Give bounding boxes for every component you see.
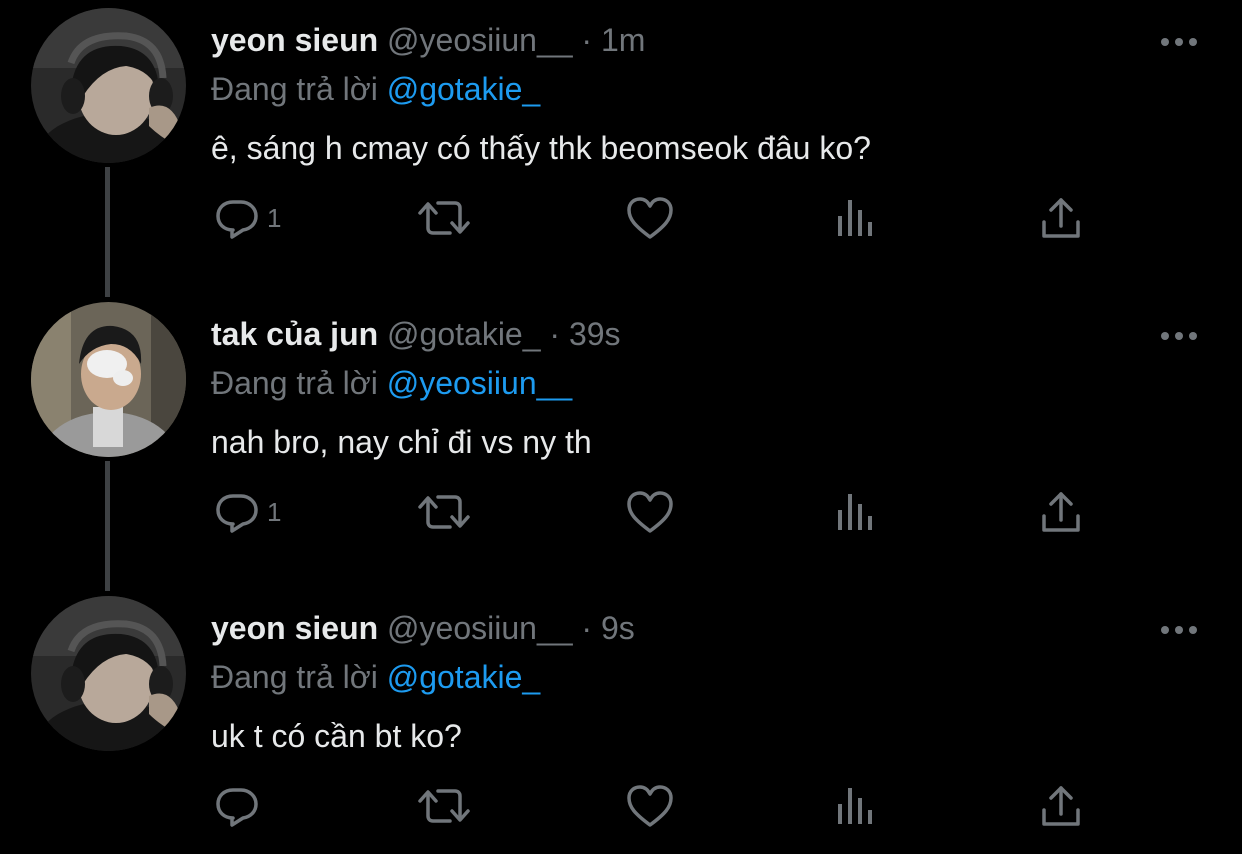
like-icon [627,491,673,533]
display-name[interactable]: yeon sieun [211,610,378,646]
tweet-text: nah bro, nay chỉ đi vs ny th [211,424,592,460]
reply-count: 1 [267,496,282,527]
replying-to-handle[interactable]: @yeosiiun__ [387,365,572,401]
tweet-header: tak của jun @gotakie_ · 39s [211,314,621,354]
like-icon [627,785,673,827]
user-handle[interactable]: @yeosiiun__ [387,610,572,646]
views-button[interactable] [834,776,878,836]
share-icon [1042,786,1080,826]
reply-button[interactable] [213,776,267,836]
share-button[interactable] [1038,776,1084,836]
more-options-button[interactable] [1158,326,1200,346]
more-options-icon [1161,38,1197,46]
views-button[interactable] [834,482,878,542]
timestamp[interactable]: 9s [601,610,635,646]
avatar[interactable] [31,8,186,163]
timestamp[interactable]: 1m [601,22,645,58]
retweet-button[interactable] [416,776,472,836]
replying-to-line: Đang trả lời @gotakie_ [211,69,540,109]
reply-count: 1 [267,202,282,233]
avatar[interactable] [31,302,186,457]
tweet[interactable]: yeon sieun @yeosiiun__ · 1m Đang trả lời… [0,8,1242,293]
views-icon [838,494,872,530]
share-icon [1042,492,1080,532]
views-button[interactable] [834,188,878,248]
views-icon [838,200,872,236]
like-button[interactable] [625,482,675,542]
share-button[interactable] [1038,482,1084,542]
reply-icon [216,200,258,239]
display-name[interactable]: tak của jun [211,316,378,352]
more-options-button[interactable] [1158,32,1200,52]
retweet-button[interactable] [416,482,472,542]
retweet-button[interactable] [416,188,472,248]
replying-to-label: Đang trả lời [211,365,378,401]
retweet-icon [418,789,470,823]
user-handle[interactable]: @yeosiiun__ [387,22,572,58]
separator-dot: · [549,316,561,352]
separator-dot: · [581,610,593,646]
more-options-button[interactable] [1158,620,1200,640]
like-button[interactable] [625,188,675,248]
tweet[interactable]: tak của jun @gotakie_ · 39s Đang trả lời… [0,302,1242,587]
like-button[interactable] [625,776,675,836]
retweet-icon [418,201,470,235]
tweet-header: yeon sieun @yeosiiun__ · 1m [211,20,645,60]
tweet[interactable]: yeon sieun @yeosiiun__ · 9s Đang trả lời… [0,596,1242,854]
avatar[interactable] [31,596,186,751]
reply-button[interactable]: 1 [213,188,281,248]
more-options-icon [1161,626,1197,634]
share-button[interactable] [1038,188,1084,248]
reply-icon [216,788,258,827]
reply-icon [216,494,258,533]
tweet-text: ê, sáng h cmay có thấy thk beomseok đâu … [211,130,871,166]
retweet-icon [418,495,470,529]
display-name[interactable]: yeon sieun [211,22,378,58]
user-handle[interactable]: @gotakie_ [387,316,540,352]
replying-to-line: Đang trả lời @gotakie_ [211,657,540,697]
replying-to-label: Đang trả lời [211,659,378,695]
tweet-actions: 1 [0,188,1242,248]
replying-to-line: Đang trả lời @yeosiiun__ [211,363,572,403]
timestamp[interactable]: 39s [569,316,621,352]
separator-dot: · [581,22,593,58]
replying-to-handle[interactable]: @gotakie_ [387,71,540,107]
reply-button[interactable]: 1 [213,482,281,542]
replying-to-handle[interactable]: @gotakie_ [387,659,540,695]
tweet-text: uk t có cần bt ko? [211,718,462,754]
tweet-actions: 1 [0,482,1242,542]
like-icon [627,197,673,239]
views-icon [838,788,872,824]
replying-to-label: Đang trả lời [211,71,378,107]
tweet-header: yeon sieun @yeosiiun__ · 9s [211,608,635,648]
share-icon [1042,198,1080,238]
tweet-actions [0,776,1242,836]
more-options-icon [1161,332,1197,340]
